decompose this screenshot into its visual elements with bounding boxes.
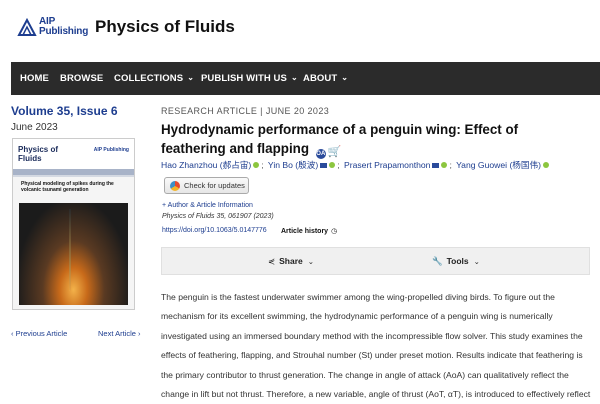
history-clock-icon: ◷ xyxy=(331,228,338,235)
article-title: Hydrodynamic performance of a penguin wi… xyxy=(161,120,581,162)
nav-browse[interactable]: BROWSE xyxy=(60,73,103,84)
author-3[interactable]: Prasert Prapamonthon xyxy=(344,160,430,170)
orcid-icon[interactable] xyxy=(329,162,336,168)
article-type: RESEARCH ARTICLE xyxy=(161,106,258,116)
article-history-toggle[interactable]: Article history ◷ xyxy=(281,227,337,235)
check-for-updates-label: Check for updates xyxy=(184,181,245,190)
citation: Physics of Fluids 35, 061907 (2023) xyxy=(162,213,274,220)
open-access-icon[interactable]: OA xyxy=(315,149,326,159)
cover-band xyxy=(13,169,134,175)
abstract-text: The penguin is the fastest underwater sw… xyxy=(161,292,591,400)
chevron-down-icon: ⌄ xyxy=(341,73,349,82)
author-2[interactable]: Yin Bo (殷波) xyxy=(268,160,318,170)
nav-browse-label: BROWSE xyxy=(60,73,104,84)
chevron-down-icon: ⌄ xyxy=(307,257,315,266)
orcid-icon[interactable] xyxy=(542,162,549,168)
aip-logo-icon xyxy=(17,17,37,36)
tools-label: Tools xyxy=(446,256,469,266)
author-list: Hao Zhanzhou (郝占宙); Yin Bo (殷波); Prasert… xyxy=(161,159,549,171)
publisher-name-line2: Publishing xyxy=(39,26,89,37)
chevron-down-icon: ⌄ xyxy=(290,73,298,82)
next-article-link[interactable]: Next Article › xyxy=(98,329,141,338)
cover-journal-title: Physics of Fluids xyxy=(18,145,59,163)
check-for-updates-button[interactable]: Check for updates xyxy=(164,177,249,194)
orcid-icon[interactable] xyxy=(441,162,448,168)
article-date: JUNE 20 2023 xyxy=(265,106,330,116)
nav-collections-label: COLLECTIONS xyxy=(114,73,184,84)
cover-artwork-streak xyxy=(69,209,71,291)
nav-about-label: ABOUT xyxy=(303,73,338,84)
author-separator: ; xyxy=(449,160,452,170)
issue-volume[interactable]: Volume 35, Issue 6 xyxy=(11,104,118,118)
share-tools-bar: ⋞ Share ⌄ 🔧 Tools ⌄ xyxy=(161,247,590,275)
nav-home-label: HOME xyxy=(20,73,49,84)
author-separator: ; xyxy=(337,160,340,170)
cover-publisher: AIP Publishing xyxy=(93,147,129,153)
article-history-label: Article history xyxy=(281,228,329,235)
main-nav: HOME BROWSE COLLECTIONS ⌄ PUBLISH WITH US… xyxy=(11,62,600,95)
aip-publishing-logo[interactable]: AIP Publishing xyxy=(17,15,89,41)
doi-link[interactable]: https://doi.org/10.1063/5.0147776 xyxy=(162,227,267,234)
mail-icon[interactable] xyxy=(432,163,440,168)
nav-publish-label: PUBLISH WITH US xyxy=(201,73,287,84)
journal-title[interactable]: Physics of Fluids xyxy=(95,17,235,37)
author-1[interactable]: Hao Zhanzhou (郝占宙) xyxy=(161,160,251,170)
mail-icon[interactable] xyxy=(320,163,328,168)
share-button[interactable]: ⋞ Share ⌄ xyxy=(268,256,314,267)
orcid-icon[interactable] xyxy=(253,162,260,168)
previous-article-link[interactable]: ‹ Previous Article xyxy=(11,329,67,338)
issue-cover-image[interactable]: Physics of Fluids AIP Publishing Physica… xyxy=(12,138,135,310)
nav-publish-with-us[interactable]: PUBLISH WITH US ⌄ xyxy=(201,73,298,84)
nav-about[interactable]: ABOUT ⌄ xyxy=(303,73,348,84)
nav-collections[interactable]: COLLECTIONS ⌄ xyxy=(114,73,194,84)
wrench-icon: 🔧 xyxy=(432,256,443,266)
author-article-info-link[interactable]: + Author & Article Information xyxy=(162,202,253,209)
article-meta: RESEARCH ARTICLE | JUNE 20 2023 xyxy=(161,106,329,116)
author-separator: ; xyxy=(261,160,264,170)
citation-text: Physics of Fluids 35, 061907 (2023) xyxy=(162,213,274,220)
share-icon: ⋞ xyxy=(268,256,276,266)
chevron-down-icon: ⌄ xyxy=(187,73,194,82)
author-4[interactable]: Yang Guowei (杨国伟) xyxy=(456,160,541,170)
cover-artwork xyxy=(19,203,128,305)
site-header: AIP Publishing Physics of Fluids xyxy=(0,0,600,60)
cover-caption: Physical modeling of spikes during the v… xyxy=(21,181,114,193)
issue-date: June 2023 xyxy=(11,122,58,133)
nav-home[interactable]: HOME xyxy=(20,73,49,84)
chevron-down-icon: ⌄ xyxy=(473,257,480,266)
share-label: Share xyxy=(279,256,303,266)
tools-button[interactable]: 🔧 Tools ⌄ xyxy=(432,256,480,267)
crossmark-icon xyxy=(170,181,180,191)
